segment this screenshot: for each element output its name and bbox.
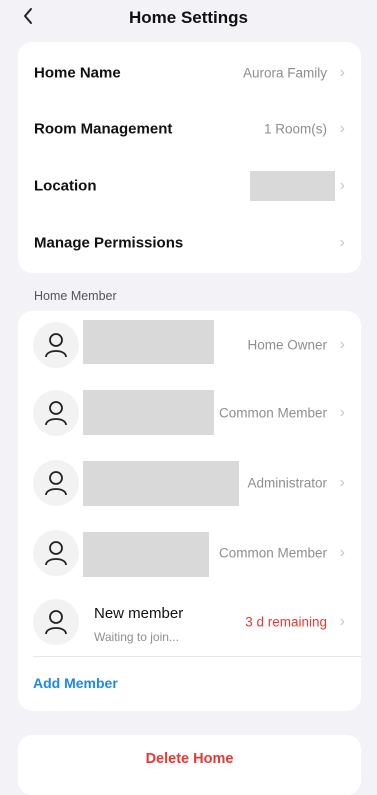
avatar [33,530,79,576]
avatar [33,599,79,645]
room-management-row[interactable]: Room Management 1 Room(s) › [18,101,361,157]
chevron-right-icon: › [339,613,345,630]
member-row[interactable]: Common Member › [18,379,361,447]
header-bar: Home Settings [0,0,377,40]
chevron-right-icon: › [339,177,345,194]
member-role: Common Member [218,405,327,421]
chevron-right-icon: › [339,544,345,561]
manage-permissions-row[interactable]: Manage Permissions › [18,215,361,271]
member-name-redacted [83,320,214,364]
chevron-right-icon: › [339,404,345,421]
room-management-value: 1 Room(s) [263,121,327,137]
member-role: Administrator [247,475,327,491]
member-status: Waiting to join... [94,630,179,644]
add-member-button[interactable]: Add Member [33,675,118,691]
user-icon [45,610,67,635]
chevron-right-icon: › [339,234,345,251]
chevron-right-icon: › [339,336,345,353]
location-value-redacted [250,171,335,201]
user-icon [45,333,67,358]
member-row[interactable]: Common Member › [18,519,361,587]
avatar [33,460,79,506]
member-role: Home Owner [247,337,327,353]
home-members-card: Home Owner › Common Member › Administrat… [18,311,361,711]
delete-home-card: Delete Home [18,735,361,795]
divider [33,656,361,657]
member-role: Common Member [218,545,327,561]
home-name-label: Home Name [34,64,121,82]
avatar [33,322,79,368]
manage-permissions-label: Manage Permissions [34,234,184,252]
user-icon [45,401,67,426]
avatar [33,390,79,436]
user-icon [45,471,67,496]
home-name-value: Aurora Family [242,65,327,81]
chevron-right-icon: › [339,64,345,81]
member-row[interactable]: Home Owner › [18,311,361,379]
member-name-redacted [83,390,214,435]
invite-remaining: 3 d remaining [245,614,327,630]
location-label: Location [34,177,97,195]
member-name: New member [94,605,184,622]
member-row[interactable]: Administrator › [18,449,361,517]
pending-member-row[interactable]: New member Waiting to join... 3 d remain… [18,588,361,656]
home-name-row[interactable]: Home Name Aurora Family › [18,45,361,101]
room-management-label: Room Management [34,120,173,138]
member-name-redacted [83,461,239,506]
member-name-redacted [83,532,209,577]
user-icon [45,541,67,566]
location-row[interactable]: Location › [18,158,361,214]
chevron-right-icon: › [339,120,345,137]
page-title: Home Settings [128,8,249,27]
home-member-section-label: Home Member [34,289,117,303]
home-settings-card: Home Name Aurora Family › Room Managemen… [18,42,361,273]
chevron-right-icon: › [339,474,345,491]
